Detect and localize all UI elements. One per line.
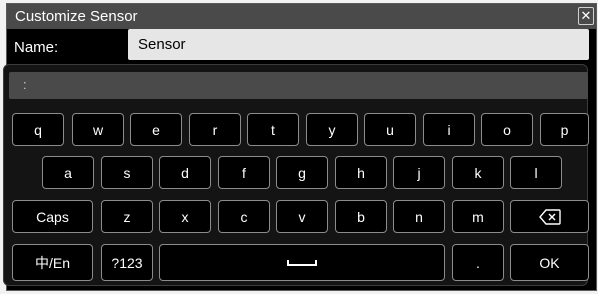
key-d[interactable]: d	[159, 156, 211, 189]
key-l[interactable]: l	[510, 156, 562, 189]
key-h[interactable]: h	[335, 156, 387, 189]
key-o[interactable]: o	[481, 113, 533, 146]
space-bar-icon	[287, 259, 317, 266]
key-m[interactable]: m	[452, 200, 504, 233]
key-c[interactable]: c	[218, 200, 270, 233]
space-key[interactable]	[159, 244, 445, 281]
key-y[interactable]: y	[306, 113, 358, 146]
language-toggle-key[interactable]: 中/En	[12, 244, 93, 281]
dialog-titlebar: Customize Sensor ✕	[7, 4, 596, 29]
key-k[interactable]: k	[452, 156, 504, 189]
key-e[interactable]: e	[130, 113, 182, 146]
close-icon: ✕	[580, 8, 592, 23]
numeric-key[interactable]: ?123	[101, 244, 153, 281]
key-i[interactable]: i	[423, 113, 475, 146]
key-x[interactable]: x	[159, 200, 211, 233]
key-q[interactable]: q	[12, 113, 64, 146]
backspace-key[interactable]	[510, 200, 589, 233]
key-w[interactable]: w	[72, 113, 124, 146]
key-g[interactable]: g	[276, 156, 328, 189]
candidate-bar: :	[9, 72, 588, 99]
key-r[interactable]: r	[189, 113, 241, 146]
close-button[interactable]: ✕	[578, 7, 594, 25]
key-b[interactable]: b	[335, 200, 387, 233]
key-t[interactable]: t	[247, 113, 299, 146]
key-u[interactable]: u	[364, 113, 416, 146]
key-v[interactable]: v	[276, 200, 328, 233]
key-caps[interactable]: Caps	[12, 200, 93, 233]
key-p[interactable]: p	[540, 113, 589, 146]
key-n[interactable]: n	[393, 200, 445, 233]
name-label: Name:	[14, 39, 59, 56]
ok-key[interactable]: OK	[510, 244, 589, 281]
key-a[interactable]: a	[42, 156, 94, 189]
key-j[interactable]: j	[393, 156, 445, 189]
key-s[interactable]: s	[101, 156, 153, 189]
period-key[interactable]: .	[452, 244, 504, 281]
backspace-icon	[538, 208, 561, 225]
dialog-title: Customize Sensor	[15, 8, 138, 25]
key-f[interactable]: f	[218, 156, 270, 189]
name-input[interactable]: Sensor	[128, 29, 589, 60]
key-z[interactable]: z	[101, 200, 153, 233]
